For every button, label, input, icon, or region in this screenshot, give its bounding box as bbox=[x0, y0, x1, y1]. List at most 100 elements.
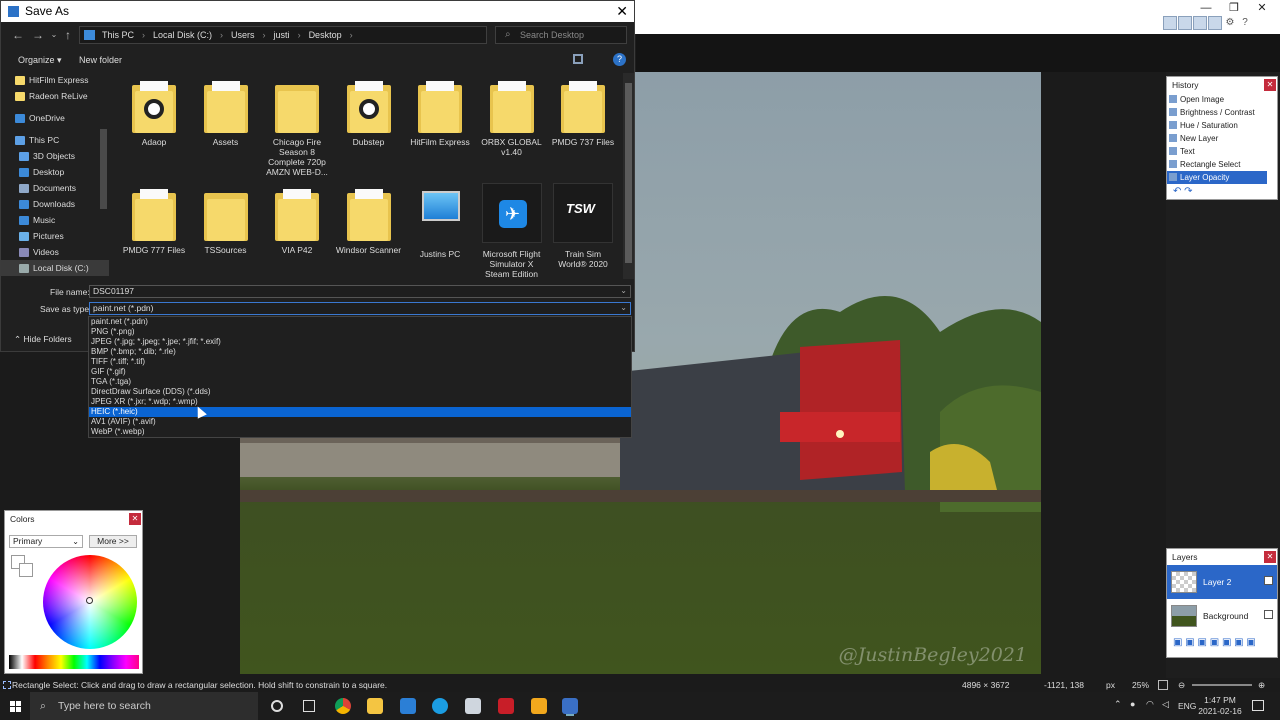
zoom-slider[interactable] bbox=[1192, 684, 1252, 686]
hitfilm-icon[interactable] bbox=[498, 698, 514, 714]
breadcrumb-item[interactable]: Desktop bbox=[309, 30, 342, 40]
duplicate-layer-icon[interactable]: ▣ bbox=[1185, 637, 1197, 648]
address-bar[interactable]: This PC › Local Disk (C:) › Users › justi › … bbox=[79, 26, 556, 44]
help-menu-icon[interactable]: ? bbox=[1238, 16, 1252, 30]
save-type-option[interactable]: JPEG (*.jpg; *.jpeg; *.jpe; *.jfif; *.ex… bbox=[89, 337, 631, 347]
history-title[interactable]: History ✕ bbox=[1167, 77, 1277, 93]
windows-start-icon[interactable] bbox=[10, 701, 21, 712]
layers-title[interactable]: Layers ✕ bbox=[1167, 549, 1277, 565]
file-item[interactable]: HitFilm Express bbox=[407, 73, 473, 147]
close-icon[interactable]: ✕ bbox=[616, 1, 628, 22]
more-colors-button[interactable]: More >> bbox=[89, 535, 137, 548]
taskbar-app-icon[interactable] bbox=[465, 698, 481, 714]
zoom-fit-icon[interactable] bbox=[1158, 680, 1168, 690]
chrome-icon[interactable] bbox=[335, 698, 351, 714]
gear-icon[interactable]: ⚙ bbox=[1223, 16, 1237, 30]
save-type-option[interactable]: JPEG XR (*.jxr; *.wdp; *.wmp) bbox=[89, 397, 631, 407]
redo-icon[interactable]: ↷ bbox=[1184, 186, 1192, 197]
save-type-option[interactable]: GIF (*.gif) bbox=[89, 367, 631, 377]
nav-item[interactable]: Radeon ReLive bbox=[1, 88, 109, 104]
zoom-in-icon[interactable]: ⊕ bbox=[1258, 678, 1265, 692]
zoom-out-icon[interactable]: ⊖ bbox=[1178, 678, 1185, 692]
back-arrow-icon[interactable]: ← bbox=[9, 23, 27, 47]
chevron-down-icon[interactable]: ⌄ bbox=[620, 285, 627, 296]
file-item[interactable]: PMDG 777 Files bbox=[121, 181, 187, 255]
layer-visibility-checkbox[interactable] bbox=[1264, 576, 1273, 585]
file-item[interactable]: Chicago Fire Season 8 Complete 720p AMZN… bbox=[264, 73, 330, 177]
nav-item[interactable]: Music bbox=[1, 212, 109, 228]
secondary-color-swatch[interactable] bbox=[19, 563, 33, 577]
notifications-icon[interactable] bbox=[1252, 700, 1264, 711]
nav-item[interactable]: Desktop bbox=[1, 164, 109, 180]
task-view-icon[interactable] bbox=[303, 700, 315, 712]
file-item[interactable]: Adaop bbox=[121, 73, 187, 147]
colors-title[interactable]: Colors ✕ bbox=[5, 511, 142, 527]
file-item[interactable]: ORBX GLOBAL v1.40 bbox=[479, 73, 545, 157]
chevron-up-icon[interactable]: ⌃ bbox=[1114, 699, 1122, 710]
layer-row[interactable]: Layer 2 bbox=[1167, 565, 1277, 599]
save-type-option[interactable]: HEIC (*.heic) bbox=[89, 407, 631, 417]
history-item[interactable]: Text bbox=[1167, 145, 1267, 158]
nav-item[interactable]: Pictures bbox=[1, 228, 109, 244]
color-picker-handle[interactable] bbox=[86, 597, 93, 604]
search-input[interactable]: ⌕ Search Desktop bbox=[495, 26, 627, 44]
move-down-icon[interactable]: ▣ bbox=[1234, 637, 1246, 648]
history-item[interactable]: Brightness / Contrast bbox=[1167, 106, 1267, 119]
layer-row[interactable]: Background bbox=[1167, 599, 1277, 633]
history-item[interactable]: New Layer bbox=[1167, 132, 1267, 145]
breadcrumb-item[interactable]: Users bbox=[231, 30, 255, 40]
minimize-icon[interactable]: — bbox=[1192, 0, 1220, 16]
microphone-icon[interactable]: ● bbox=[1130, 699, 1135, 709]
move-up-icon[interactable]: ▣ bbox=[1222, 637, 1234, 648]
file-item[interactable]: Windsor Scanner bbox=[336, 181, 402, 255]
file-item[interactable]: Dubstep bbox=[336, 73, 402, 147]
history-item[interactable]: Layer Opacity bbox=[1167, 171, 1267, 184]
dialog-title-bar[interactable]: Save As ✕ bbox=[1, 1, 634, 22]
help-icon[interactable]: ? bbox=[613, 53, 626, 66]
color-palette[interactable] bbox=[9, 655, 139, 669]
mail-icon[interactable] bbox=[400, 698, 416, 714]
layer-visibility-checkbox[interactable] bbox=[1264, 610, 1273, 619]
save-type-option[interactable]: WebP (*.webp) bbox=[89, 427, 631, 437]
delete-layer-icon[interactable]: ▣ bbox=[1197, 637, 1209, 648]
history-item[interactable]: Rectangle Select bbox=[1167, 158, 1267, 171]
tools-toggle-icon[interactable] bbox=[1163, 16, 1177, 30]
file-explorer-icon[interactable] bbox=[367, 698, 383, 714]
edge-icon[interactable] bbox=[432, 698, 448, 714]
view-options-icon[interactable] bbox=[573, 54, 583, 64]
file-item[interactable]: TSW Train Sim World® 2020 bbox=[550, 181, 616, 269]
cortana-icon[interactable] bbox=[271, 700, 283, 712]
nav-item[interactable]: Downloads bbox=[1, 196, 109, 212]
scrollbar-thumb[interactable] bbox=[625, 83, 632, 263]
layer-properties-icon[interactable]: ▣ bbox=[1246, 637, 1255, 648]
color-mode-select[interactable]: Primary ⌄ bbox=[9, 535, 83, 548]
file-item[interactable]: VIA P42 bbox=[264, 181, 330, 255]
nav-item[interactable]: HitFilm Express bbox=[1, 72, 109, 88]
close-icon[interactable]: ✕ bbox=[1248, 0, 1276, 16]
filezilla-icon[interactable] bbox=[531, 698, 547, 714]
save-type-option[interactable]: TGA (*.tga) bbox=[89, 377, 631, 387]
nav-pane-scrollbar[interactable] bbox=[100, 129, 107, 209]
chevron-down-icon[interactable]: ⌄ bbox=[620, 302, 627, 313]
breadcrumb-item[interactable]: This PC bbox=[102, 30, 134, 40]
nav-item[interactable]: 3D Objects bbox=[1, 148, 109, 164]
language-indicator[interactable]: ENG bbox=[1178, 701, 1196, 711]
file-item[interactable]: PMDG 737 Files bbox=[550, 73, 616, 147]
history-item[interactable]: Hue / Saturation bbox=[1167, 119, 1267, 132]
breadcrumb-item[interactable]: Local Disk (C:) bbox=[153, 30, 212, 40]
breadcrumb-item[interactable]: justi bbox=[274, 30, 290, 40]
nav-item[interactable]: Local Disk (C:) bbox=[1, 260, 109, 276]
taskbar-clock[interactable]: 1:47 PM 2021-02-16 bbox=[1198, 695, 1242, 717]
save-type-option[interactable]: paint.net (*.pdn) bbox=[89, 317, 631, 327]
history-toggle-icon[interactable] bbox=[1178, 16, 1192, 30]
nav-item[interactable]: Videos bbox=[1, 244, 109, 260]
file-name-input[interactable]: DSC01197 ⌄ bbox=[89, 285, 631, 298]
file-view-scrollbar[interactable] bbox=[623, 73, 634, 279]
save-type-option[interactable]: AV1 (AVIF) (*.avif) bbox=[89, 417, 631, 427]
save-type-option[interactable]: BMP (*.bmp; *.dib; *.rle) bbox=[89, 347, 631, 357]
file-item[interactable]: ✈ Microsoft Flight Simulator X Steam Edit… bbox=[479, 181, 545, 279]
save-type-option[interactable]: PNG (*.png) bbox=[89, 327, 631, 337]
undo-icon[interactable]: ↶ bbox=[1173, 186, 1181, 197]
volume-icon[interactable]: ◁ bbox=[1162, 699, 1169, 710]
history-item[interactable]: Open Image bbox=[1167, 93, 1267, 106]
